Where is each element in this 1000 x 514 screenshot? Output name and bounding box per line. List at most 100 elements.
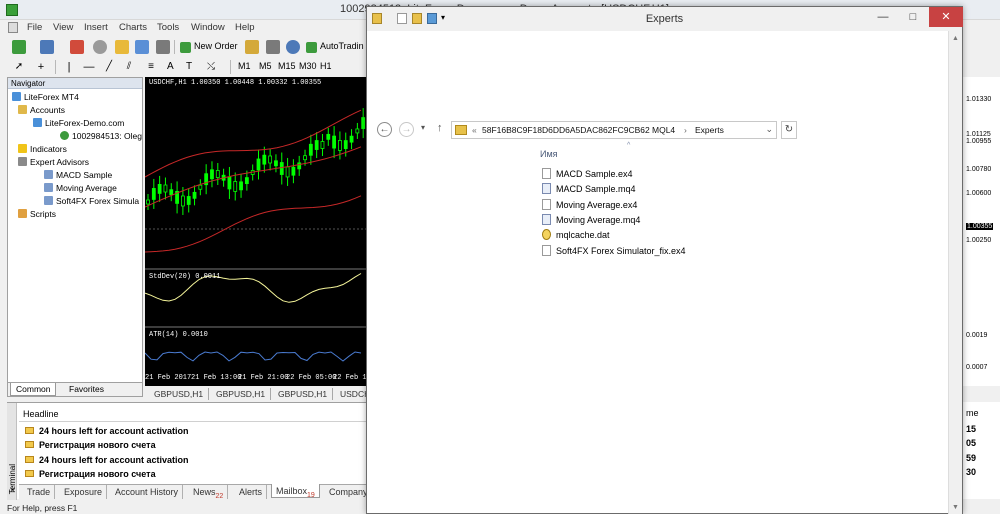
tf-m15[interactable]: M15 xyxy=(278,61,296,71)
tab-exposure[interactable]: Exposure xyxy=(60,485,108,499)
refresh-icon[interactable]: ↻ xyxy=(781,121,797,139)
chart-tab[interactable]: GBPUSD,H1 xyxy=(273,388,334,400)
tab-alerts[interactable]: Alerts xyxy=(235,485,268,499)
autotrading-button[interactable]: AutoTradin xyxy=(320,41,364,51)
toolbar-separator xyxy=(230,60,231,74)
file-item[interactable]: Moving Average.mq4 xyxy=(542,214,640,227)
menu-help[interactable]: Help xyxy=(235,22,255,33)
menu-file[interactable]: File xyxy=(27,22,42,33)
metaeditor-icon[interactable] xyxy=(245,40,259,54)
expert-icon xyxy=(44,196,53,205)
market-watch-icon[interactable] xyxy=(70,40,84,54)
tab-account-history[interactable]: Account History xyxy=(111,485,184,499)
nav-expert-item[interactable]: Soft4FX Forex Simula xyxy=(44,195,139,207)
price-chart[interactable]: USDCHF,H1 1.00350 1.00448 1.00332 1.0035… xyxy=(145,77,366,386)
nav-account[interactable]: 1002984513: Oleg xyxy=(60,130,142,142)
file-item[interactable]: mqlcache.dat xyxy=(542,229,610,242)
file-item[interactable]: Soft4FX Forex Simulator_fix.ex4 xyxy=(542,245,686,258)
vertical-line-icon[interactable]: | xyxy=(62,60,76,74)
chart-tab[interactable]: GBPUSD,H1 xyxy=(211,388,272,400)
navigator-icon[interactable] xyxy=(115,40,129,54)
tab-favorites[interactable]: Favorites xyxy=(64,383,109,396)
nav-scripts[interactable]: Scripts xyxy=(18,208,56,220)
mail-row[interactable]: 24 hours left for account activation xyxy=(19,453,369,467)
recent-locations-icon[interactable]: ▾ xyxy=(421,123,425,132)
nav-expert-item[interactable]: MACD Sample xyxy=(44,169,112,181)
breadcrumb-item[interactable]: MQL4 xyxy=(652,125,675,135)
signals-icon[interactable] xyxy=(286,40,300,54)
scroll-down-icon[interactable]: ▼ xyxy=(952,504,959,511)
breadcrumb-separator-icon[interactable]: › xyxy=(642,125,645,135)
profiles-icon[interactable] xyxy=(40,40,54,54)
chart-tab[interactable]: GBPUSD,H1 xyxy=(149,388,210,400)
candle-body xyxy=(338,140,342,151)
headline-column-header[interactable]: Headline xyxy=(19,407,369,422)
nav-expert-advisors[interactable]: Expert Advisors xyxy=(18,156,89,168)
breadcrumb-item[interactable]: 58F16B8C9F18D6DD6A5DAC862FC9CB62 xyxy=(482,125,650,135)
explorer-scrollbar[interactable]: ▲ ▼ xyxy=(948,31,962,514)
menu-view[interactable]: View xyxy=(53,22,73,33)
up-arrow-icon[interactable]: ↑ xyxy=(437,122,443,134)
time-value: 59 xyxy=(966,453,977,463)
chevron-down-icon[interactable]: ⌄ xyxy=(765,124,773,135)
data-window-icon[interactable] xyxy=(93,40,107,54)
candle-body xyxy=(279,162,284,175)
nav-root[interactable]: LiteForex MT4 xyxy=(12,91,79,103)
terminal-icon[interactable] xyxy=(135,40,149,54)
candle-body xyxy=(274,160,278,167)
tf-m30[interactable]: M30 xyxy=(299,61,317,71)
file-explorer-window: ▾ Experts — □ ✕ ← → ▾ ↑ « 58F16B8C9F18D6… xyxy=(366,6,963,514)
breadcrumb-separator-icon[interactable]: › xyxy=(684,125,687,135)
nav-indicators[interactable]: Indicators xyxy=(18,143,67,155)
text-tool-a[interactable]: A xyxy=(167,61,174,72)
name-column-header[interactable]: Имя xyxy=(540,149,558,159)
breadcrumb-overflow-icon[interactable]: « xyxy=(472,125,477,135)
mail-row[interactable]: 24 hours left for account activation xyxy=(19,424,369,438)
mail-row[interactable]: Регистрация нового счета xyxy=(19,438,369,452)
tester-icon[interactable] xyxy=(156,40,170,54)
mail-row[interactable]: Регистрация нового счета xyxy=(19,467,369,481)
crosshair-icon[interactable]: + xyxy=(34,60,48,74)
options-icon[interactable] xyxy=(266,40,280,54)
fibonacci-icon[interactable]: ≡ xyxy=(144,60,158,74)
arrows-icon[interactable]: ⤯ xyxy=(204,60,218,74)
horizontal-line-icon[interactable]: — xyxy=(82,60,96,74)
back-icon[interactable]: ← xyxy=(377,122,392,137)
file-name: Soft4FX Forex Simulator_fix.ex4 xyxy=(556,246,686,256)
tab-company[interactable]: Company xyxy=(325,485,372,499)
scroll-up-icon[interactable]: ▲ xyxy=(952,35,959,42)
channel-icon[interactable]: ⫽ xyxy=(122,60,136,74)
new-chart-icon[interactable] xyxy=(12,40,26,54)
folder-icon xyxy=(455,125,467,135)
forward-icon[interactable]: → xyxy=(399,122,414,137)
trendline-icon[interactable]: ╱ xyxy=(102,60,116,74)
tf-h1[interactable]: H1 xyxy=(320,61,332,71)
address-bar[interactable]: « 58F16B8C9F18D6DD6A5DAC862FC9CB62 › MQL… xyxy=(451,121,777,139)
file-item[interactable]: MACD Sample.mq4 xyxy=(542,183,636,196)
chart-canvas xyxy=(145,108,366,362)
menu-window[interactable]: Window xyxy=(191,22,225,33)
close-button[interactable]: ✕ xyxy=(929,7,963,27)
tf-m1[interactable]: M1 xyxy=(238,61,251,71)
maximize-button[interactable]: □ xyxy=(899,7,927,27)
new-order-button[interactable]: New Order xyxy=(194,41,238,51)
candle-body xyxy=(256,158,261,171)
nav-accounts[interactable]: Accounts xyxy=(18,104,65,116)
tab-news[interactable]: News22 xyxy=(189,485,229,500)
file-item[interactable]: Moving Average.ex4 xyxy=(542,199,637,212)
tab-trade[interactable]: Trade xyxy=(23,485,56,499)
tab-mailbox[interactable]: Mailbox19 xyxy=(271,484,320,499)
candle-body xyxy=(227,176,232,190)
file-item[interactable]: MACD Sample.ex4 xyxy=(542,168,633,181)
tab-common[interactable]: Common xyxy=(10,383,57,396)
cursor-icon[interactable]: ➚ xyxy=(12,60,26,74)
nav-expert-item[interactable]: Moving Average xyxy=(44,182,117,194)
menu-charts[interactable]: Charts xyxy=(119,22,147,33)
text-tool-t[interactable]: T xyxy=(186,61,192,72)
menu-insert[interactable]: Insert xyxy=(84,22,108,33)
tf-m5[interactable]: M5 xyxy=(259,61,272,71)
menu-tools[interactable]: Tools xyxy=(157,22,179,33)
minimize-button[interactable]: — xyxy=(869,7,897,27)
breadcrumb-item[interactable]: Experts xyxy=(695,125,724,135)
nav-server[interactable]: LiteForex-Demo.com xyxy=(33,117,124,129)
